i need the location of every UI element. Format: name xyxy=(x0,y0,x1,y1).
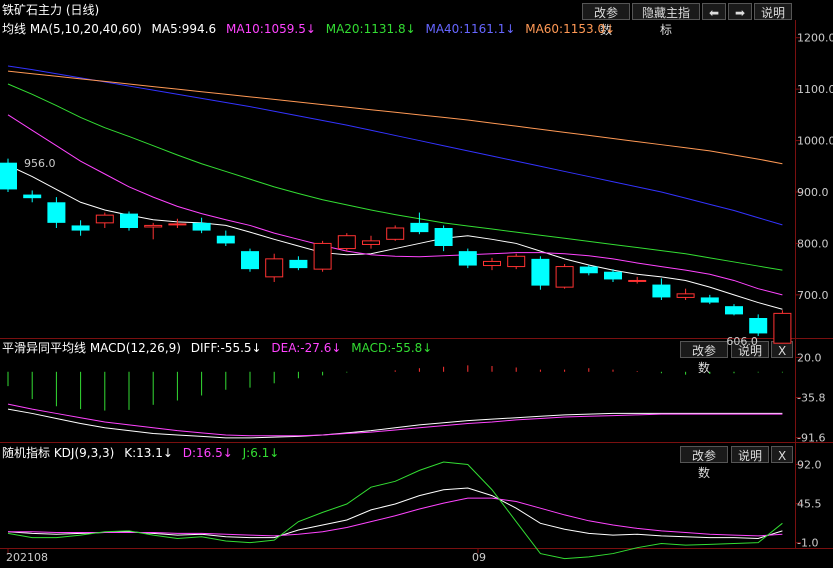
candle-body xyxy=(47,202,66,223)
macd-tick-label: -91.6 xyxy=(797,432,825,445)
candle-body xyxy=(725,306,743,315)
macd-tick-label: -35.8 xyxy=(797,391,825,404)
j-line xyxy=(7,461,783,560)
kdj-tick-label: -1.0 xyxy=(797,537,818,550)
candle-body xyxy=(337,235,356,250)
candle-body xyxy=(458,251,477,266)
low-annotation: 606.0 xyxy=(726,335,758,348)
ma10-line xyxy=(7,114,783,296)
candle-body xyxy=(700,297,719,303)
candle-body xyxy=(531,258,550,286)
candle-body xyxy=(71,225,90,231)
stock-chart: 1200.0 1100.0 1000.0 900.0 800.0 700.0 956.0 60… xyxy=(0,32,833,560)
candle-body xyxy=(773,312,792,344)
kdj-tick-label: 92.0 xyxy=(797,459,822,472)
high-annotation: 956.0 xyxy=(24,157,56,170)
candle-body xyxy=(507,255,526,268)
candle-body xyxy=(216,235,235,244)
macd-tick-label: 20.0 xyxy=(797,351,822,364)
diff-line xyxy=(7,408,783,439)
candle-body xyxy=(144,224,163,228)
candle-body xyxy=(289,259,308,269)
candle-body xyxy=(386,227,405,240)
candle-body xyxy=(23,194,42,199)
candle-body xyxy=(483,260,501,267)
price-tick-label: 700.0 xyxy=(797,289,829,302)
kdj-tick-label: 45.5 xyxy=(797,498,822,511)
price-tick-label: 900.0 xyxy=(797,186,829,199)
candle-body xyxy=(749,318,768,334)
candle-body xyxy=(434,228,453,246)
candle-body xyxy=(192,222,211,231)
candle-body xyxy=(265,258,284,278)
price-tick-label: 1000.0 xyxy=(797,135,833,148)
candle-body xyxy=(579,266,598,274)
candle-body xyxy=(410,222,429,233)
candle-body xyxy=(241,251,259,270)
dea-line xyxy=(7,403,783,437)
candle-body xyxy=(652,284,671,298)
candle-body xyxy=(628,279,647,282)
price-tick-label: 1100.0 xyxy=(797,83,833,96)
price-tick-label: 800.0 xyxy=(797,237,829,250)
candle-body xyxy=(120,213,138,228)
price-tick-label: 1200.0 xyxy=(797,32,833,45)
candle-body xyxy=(0,162,17,190)
candle-body xyxy=(555,266,574,288)
candle-body xyxy=(362,240,380,245)
candle-body xyxy=(168,223,187,226)
candle-body xyxy=(313,242,332,270)
candle-body xyxy=(676,293,695,298)
candle-body xyxy=(95,214,114,224)
candle-body xyxy=(604,271,622,280)
